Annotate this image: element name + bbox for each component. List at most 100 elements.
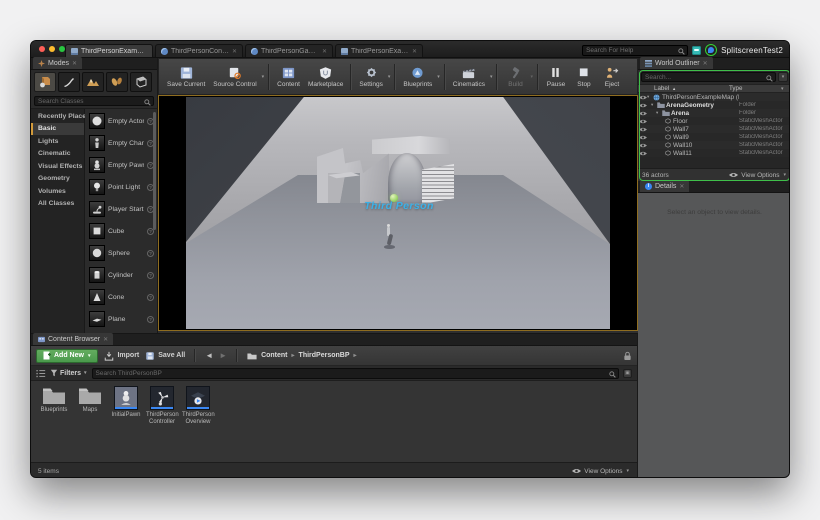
tab-world-outliner[interactable]: World Outliner ✕ bbox=[640, 57, 713, 69]
category-visual-effects[interactable]: Visual Effects bbox=[31, 160, 84, 173]
back-arrow-icon[interactable]: ◄ bbox=[205, 351, 213, 360]
dropdown-caret-icon[interactable]: ▾ bbox=[437, 74, 440, 80]
dropdown-caret-icon[interactable]: ▾ bbox=[530, 74, 533, 80]
outliner-row-arena[interactable]: ▾ Arena Folder bbox=[638, 109, 789, 117]
geometry-mode-button[interactable] bbox=[130, 72, 152, 92]
outliner-row-wall11[interactable]: Wall11 StaticMeshActor bbox=[638, 149, 789, 157]
asset-initialpawn[interactable]: InitialPawn bbox=[111, 386, 141, 419]
place-item-empty-actor[interactable]: Empty Actor? bbox=[85, 110, 157, 132]
lock-icon[interactable] bbox=[623, 351, 632, 361]
outliner-row-wall10[interactable]: Wall10 StaticMeshActor bbox=[638, 141, 789, 149]
content-search-field[interactable] bbox=[92, 368, 618, 378]
close-window-button[interactable] bbox=[39, 46, 45, 52]
breadcrumb-separator-icon[interactable]: ▸ bbox=[354, 352, 357, 359]
source-control-button[interactable]: Source Control bbox=[209, 63, 260, 90]
close-tab-icon[interactable]: ✕ bbox=[412, 48, 417, 55]
category-lights[interactable]: Lights bbox=[31, 135, 84, 148]
build-button[interactable]: Build bbox=[501, 63, 529, 90]
tab-thirdpersongamemode[interactable]: ThirdPersonGameMode ✕ bbox=[245, 44, 333, 57]
eject-button[interactable]: Eject bbox=[598, 63, 626, 90]
asset-thirdperson-controller[interactable]: ThirdPerson Controller bbox=[146, 386, 179, 426]
place-item-sphere[interactable]: Sphere? bbox=[85, 242, 157, 264]
asset-maps-folder[interactable]: Maps bbox=[76, 386, 104, 414]
tab-thirdpersoncontroller[interactable]: ThirdPersonController ✕ bbox=[155, 44, 243, 57]
add-new-button[interactable]: Add New ▾ bbox=[36, 348, 99, 363]
content-search-input[interactable] bbox=[91, 367, 619, 379]
eye-icon[interactable] bbox=[638, 95, 647, 100]
search-classes-field[interactable] bbox=[35, 97, 153, 105]
close-tab-icon[interactable]: ✕ bbox=[232, 48, 237, 55]
category-cinematic[interactable]: Cinematic bbox=[31, 148, 84, 161]
eye-icon[interactable] bbox=[638, 135, 647, 140]
minimize-window-button[interactable] bbox=[49, 46, 55, 52]
place-item-player-start[interactable]: Player Start? bbox=[85, 198, 157, 220]
column-label[interactable]: Label bbox=[654, 85, 669, 92]
category-all-classes[interactable]: All Classes bbox=[31, 198, 84, 211]
pause-button[interactable]: Pause bbox=[542, 63, 570, 90]
eye-icon[interactable] bbox=[638, 119, 647, 124]
highlighted-session-icon[interactable] bbox=[705, 44, 718, 56]
eye-icon[interactable] bbox=[638, 111, 647, 116]
save-all-button[interactable]: Save All bbox=[145, 351, 185, 361]
place-item-cylinder[interactable]: Cylinder? bbox=[85, 264, 157, 286]
dropdown-caret-icon[interactable]: ▾ bbox=[388, 74, 391, 80]
category-geometry[interactable]: Geometry bbox=[31, 173, 84, 186]
dropdown-caret-icon[interactable]: ▾ bbox=[262, 74, 265, 80]
tab-details[interactable]: i Details ✕ bbox=[640, 180, 690, 192]
save-current-button[interactable]: Save Current bbox=[163, 63, 209, 90]
forward-arrow-icon[interactable]: ► bbox=[219, 351, 227, 360]
place-item-point-light[interactable]: Point Light? bbox=[85, 176, 157, 198]
outliner-row-wall7[interactable]: Wall7 StaticMeshActor bbox=[638, 125, 789, 133]
feedback-chat-icon[interactable] bbox=[692, 45, 702, 55]
search-classes-input[interactable] bbox=[34, 96, 154, 106]
tab-thirdpersonexamplemap[interactable]: ThirdPersonExampleMap bbox=[65, 44, 153, 57]
foliage-mode-button[interactable] bbox=[106, 72, 128, 92]
asset-thirdperson-overview[interactable]: ThirdPerson Overview bbox=[182, 386, 215, 426]
sources-panel-icon[interactable] bbox=[36, 369, 46, 378]
content-view-options-button[interactable]: View Options ▾ bbox=[572, 468, 630, 475]
search-for-help-input[interactable] bbox=[582, 44, 689, 56]
viewport-render[interactable]: Third Person bbox=[186, 97, 610, 329]
close-tab-icon[interactable]: ✕ bbox=[679, 183, 684, 190]
category-recently-placed[interactable]: Recently Placed bbox=[31, 110, 90, 123]
outliner-search-input[interactable] bbox=[641, 72, 776, 82]
help-circle-icon[interactable]: ? bbox=[147, 271, 154, 279]
category-basic[interactable]: Basic bbox=[31, 122, 84, 135]
eye-icon[interactable] bbox=[638, 103, 647, 108]
paint-mode-button[interactable] bbox=[58, 72, 80, 92]
scrollbar[interactable] bbox=[153, 112, 156, 230]
place-item-cube[interactable]: Cube? bbox=[85, 220, 157, 242]
eye-icon[interactable] bbox=[638, 151, 647, 156]
column-filter-icon[interactable]: ▾ bbox=[781, 86, 789, 92]
tab-thirdpersonexamplemap-2[interactable]: ThirdPersonExampleMap ✕ bbox=[335, 44, 423, 57]
close-tab-icon[interactable]: ✕ bbox=[72, 60, 77, 67]
eye-icon[interactable] bbox=[638, 127, 647, 132]
outliner-row-wall9[interactable]: Wall9 StaticMeshActor bbox=[638, 133, 789, 141]
category-volumes[interactable]: Volumes bbox=[31, 185, 84, 198]
close-tab-icon[interactable]: ✕ bbox=[703, 60, 708, 67]
import-button[interactable]: Import bbox=[104, 351, 139, 361]
tab-modes[interactable]: Modes ✕ bbox=[33, 57, 83, 69]
pie-viewport[interactable]: Third Person bbox=[158, 95, 638, 331]
filters-button[interactable]: Filters ▾ bbox=[50, 369, 88, 377]
column-type[interactable]: Type bbox=[729, 85, 781, 92]
asset-blueprints-folder[interactable]: Blueprints bbox=[40, 386, 68, 414]
outliner-view-options-button[interactable]: View Options ▾ bbox=[729, 172, 787, 179]
outliner-search-field[interactable] bbox=[642, 73, 775, 81]
breadcrumb-content[interactable]: Content bbox=[261, 352, 287, 359]
place-item-plane[interactable]: Plane? bbox=[85, 308, 157, 330]
help-circle-icon[interactable]: ? bbox=[147, 315, 154, 323]
place-item-empty-pawn[interactable]: Empty Pawn? bbox=[85, 154, 157, 176]
place-item-empty-character[interactable]: Empty Character? bbox=[85, 132, 157, 154]
eye-icon[interactable] bbox=[638, 143, 647, 148]
dropdown-caret-icon[interactable]: ▾ bbox=[490, 74, 493, 80]
breadcrumb-thirdpersonbp[interactable]: ThirdPersonBP bbox=[299, 352, 350, 359]
stop-button[interactable]: Stop bbox=[570, 63, 598, 90]
search-for-help-field[interactable] bbox=[583, 45, 688, 55]
outliner-row-arenageometry[interactable]: ▾ ArenaGeometry Folder bbox=[638, 101, 789, 109]
close-tab-icon[interactable]: ✕ bbox=[322, 48, 327, 55]
outliner-row-world[interactable]: ▾ ThirdPersonExampleMap (PlayWorld) bbox=[638, 93, 789, 101]
outliner-settings-icon[interactable]: ▾ bbox=[778, 72, 788, 82]
place-mode-button[interactable] bbox=[34, 72, 56, 92]
content-button[interactable]: Content bbox=[273, 63, 304, 90]
